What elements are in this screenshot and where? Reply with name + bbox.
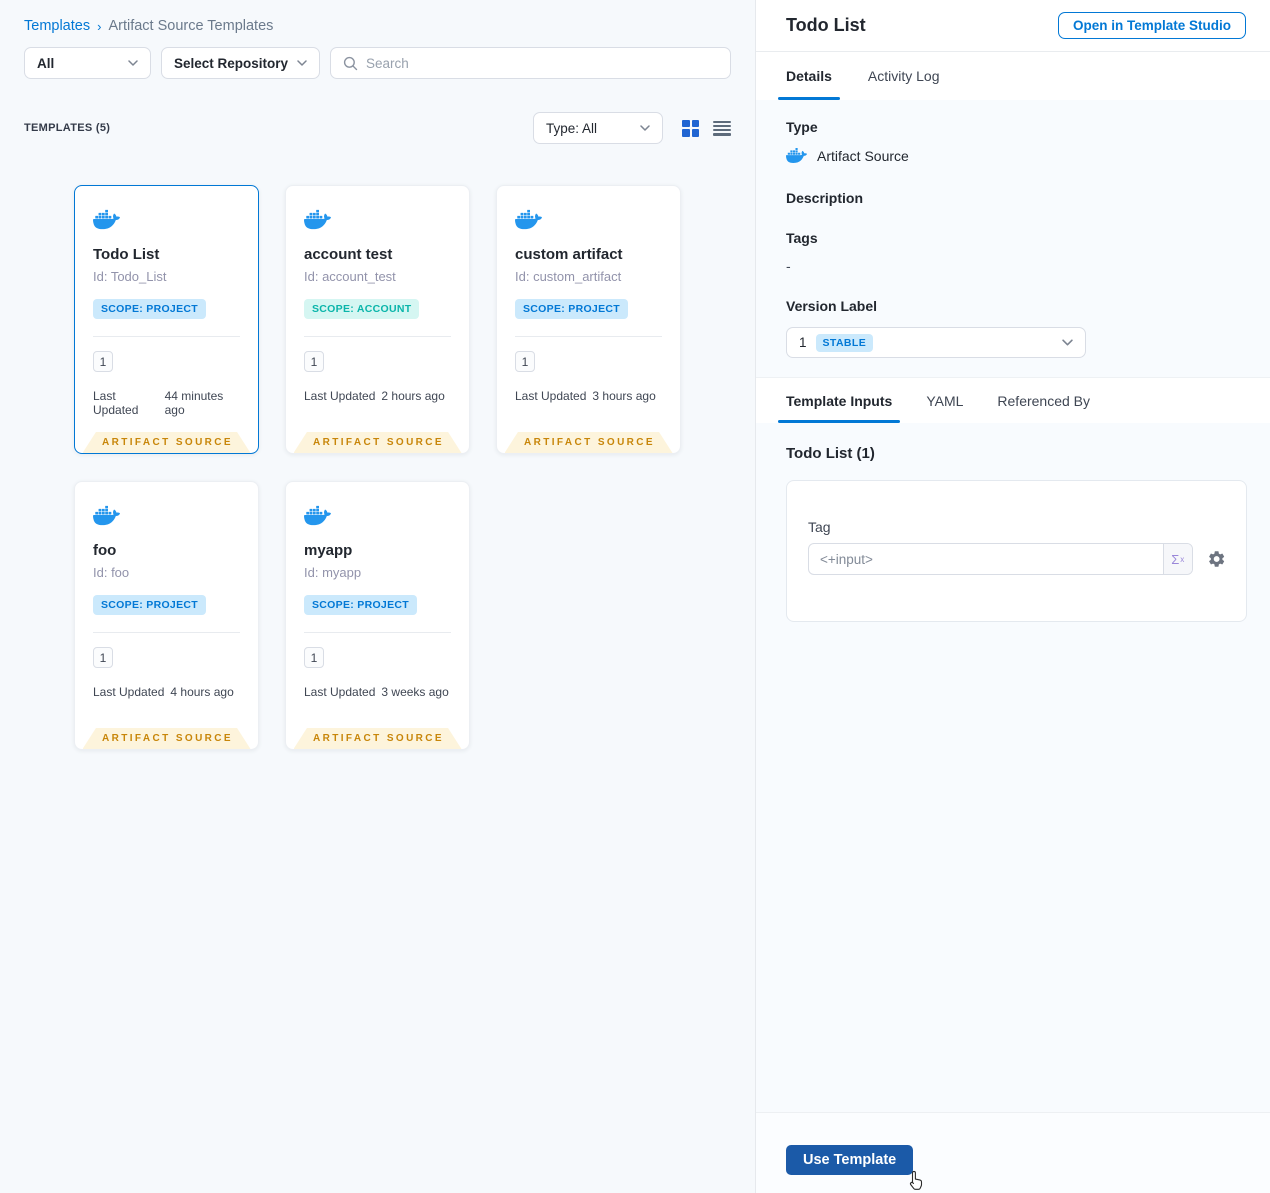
repository-filter-value: Select Repository bbox=[174, 55, 289, 71]
last-updated: Last Updated 2 hours ago bbox=[304, 389, 445, 403]
scope-filter-value: All bbox=[37, 55, 55, 71]
template-inputs-section: Todo List (1) Tag Σx bbox=[756, 423, 1270, 1112]
artifact-source-ribbon: ARTIFACT SOURCE bbox=[82, 432, 251, 453]
version-count-chip: 1 bbox=[515, 351, 535, 372]
version-count-chip: 1 bbox=[93, 647, 113, 668]
template-cards-grid: Todo List Id: Todo_List SCOPE: PROJECT 1… bbox=[0, 185, 755, 750]
version-label: Version Label bbox=[786, 298, 878, 314]
grid-view-icon[interactable] bbox=[682, 119, 699, 137]
search-icon bbox=[343, 56, 358, 70]
scope-badge: SCOPE: PROJECT bbox=[93, 595, 206, 615]
list-view-icon[interactable] bbox=[713, 120, 731, 136]
version-count-chip: 1 bbox=[93, 351, 113, 372]
template-card-title: myapp bbox=[304, 542, 353, 559]
template-content-tabs: Template Inputs YAML Referenced By bbox=[756, 377, 1270, 423]
repository-filter-dropdown[interactable]: Select Repository bbox=[161, 47, 320, 79]
template-card-id: Id: foo bbox=[93, 565, 130, 580]
tab-yaml[interactable]: YAML bbox=[926, 378, 963, 423]
last-updated: Last Updated 4 hours ago bbox=[93, 685, 234, 699]
template-card-account-test[interactable]: account test Id: account_test SCOPE: ACC… bbox=[285, 185, 470, 454]
chevron-down-icon bbox=[297, 60, 307, 66]
docker-whale-icon bbox=[93, 206, 120, 233]
template-card-title: foo bbox=[93, 542, 117, 559]
type-label: Type bbox=[786, 119, 818, 135]
artifact-source-ribbon: ARTIFACT SOURCE bbox=[504, 432, 673, 453]
panel-title: Todo List bbox=[786, 15, 866, 35]
details-section: Type Artifact Source Description Tags - … bbox=[756, 100, 1270, 377]
template-inputs-card: Tag Σx bbox=[786, 480, 1247, 622]
breadcrumb-current: Artifact Source Templates bbox=[108, 18, 274, 34]
template-card-title: Todo List bbox=[93, 246, 160, 263]
template-card-myapp[interactable]: myapp Id: myapp SCOPE: PROJECT 1 Last Up… bbox=[285, 481, 470, 750]
chevron-down-icon bbox=[640, 125, 650, 131]
hand-pointer-cursor bbox=[910, 1170, 923, 1190]
tags-value: - bbox=[786, 258, 791, 274]
last-updated: Last Updated 44 minutes ago bbox=[93, 389, 224, 417]
stable-badge: STABLE bbox=[815, 333, 874, 352]
templates-count-label: TEMPLATES (5) bbox=[24, 122, 111, 134]
artifact-source-ribbon: ARTIFACT SOURCE bbox=[293, 432, 462, 453]
breadcrumb-separator-icon: › bbox=[97, 18, 102, 34]
description-label: Description bbox=[786, 190, 864, 206]
template-card-id: Id: custom_artifact bbox=[515, 269, 622, 284]
scope-badge: SCOPE: PROJECT bbox=[304, 595, 417, 615]
breadcrumb: Templates › Artifact Source Templates bbox=[0, 0, 755, 34]
type-filter-value: Type: All bbox=[546, 120, 598, 136]
search-input[interactable] bbox=[366, 55, 718, 71]
version-count-chip: 1 bbox=[304, 351, 324, 372]
tag-input[interactable] bbox=[809, 544, 1163, 574]
version-select-dropdown[interactable]: 1 STABLE bbox=[786, 327, 1086, 358]
artifact-source-ribbon: ARTIFACT SOURCE bbox=[82, 728, 251, 749]
template-card-id: Id: account_test bbox=[304, 269, 396, 284]
use-template-button[interactable]: Use Template bbox=[786, 1145, 914, 1175]
template-card-id: Id: Todo_List bbox=[93, 269, 167, 284]
tag-input-wrap: Σx bbox=[808, 543, 1193, 575]
template-card-title: account test bbox=[304, 246, 393, 263]
docker-whale-icon bbox=[304, 502, 331, 529]
tab-details[interactable]: Details bbox=[778, 52, 840, 100]
details-panel-header: Todo List Open in Template Studio bbox=[756, 0, 1270, 52]
scope-badge: SCOPE: PROJECT bbox=[93, 299, 206, 319]
docker-whale-icon bbox=[515, 206, 542, 233]
version-count-chip: 1 bbox=[304, 647, 324, 668]
docker-whale-icon bbox=[786, 145, 807, 166]
templates-list-panel: Templates › Artifact Source Templates Al… bbox=[0, 0, 755, 1193]
last-updated: Last Updated 3 hours ago bbox=[515, 389, 656, 403]
chevron-down-icon bbox=[1062, 339, 1073, 346]
open-in-template-studio-button[interactable]: Open in Template Studio bbox=[1057, 12, 1246, 39]
last-updated: Last Updated 3 weeks ago bbox=[304, 685, 449, 699]
search-box bbox=[330, 47, 731, 79]
inputs-section-title: Todo List (1) bbox=[786, 445, 875, 462]
tag-field-label: Tag bbox=[808, 519, 831, 535]
details-tabs: Details Activity Log bbox=[756, 52, 1270, 100]
template-card-todo-list[interactable]: Todo List Id: Todo_List SCOPE: PROJECT 1… bbox=[74, 185, 259, 454]
tags-label: Tags bbox=[786, 230, 818, 246]
template-card-title: custom artifact bbox=[515, 246, 623, 263]
scope-badge: SCOPE: ACCOUNT bbox=[304, 299, 420, 319]
chevron-down-icon bbox=[128, 60, 138, 66]
tab-template-inputs[interactable]: Template Inputs bbox=[777, 378, 901, 423]
artifact-source-ribbon: ARTIFACT SOURCE bbox=[293, 728, 462, 749]
tab-referenced-by[interactable]: Referenced By bbox=[997, 378, 1090, 423]
breadcrumb-templates-link[interactable]: Templates bbox=[24, 18, 90, 34]
version-value: 1 bbox=[799, 335, 807, 350]
docker-whale-icon bbox=[93, 502, 120, 529]
docker-whale-icon bbox=[304, 206, 331, 233]
scope-badge: SCOPE: PROJECT bbox=[515, 299, 628, 319]
panel-footer: Use Template bbox=[756, 1112, 1270, 1193]
type-filter-dropdown[interactable]: Type: All bbox=[533, 112, 663, 144]
type-value: Artifact Source bbox=[817, 147, 909, 164]
expression-sigma-icon[interactable]: Σx bbox=[1162, 544, 1192, 574]
scope-filter-dropdown[interactable]: All bbox=[24, 47, 151, 79]
template-card-foo[interactable]: foo Id: foo SCOPE: PROJECT 1 Last Update… bbox=[74, 481, 259, 750]
template-details-panel: Todo List Open in Template Studio Detail… bbox=[755, 0, 1270, 1193]
template-card-id: Id: myapp bbox=[304, 565, 362, 580]
templates-list-header: TEMPLATES (5) Type: All bbox=[24, 112, 731, 144]
tab-activity-log[interactable]: Activity Log bbox=[868, 52, 940, 100]
gear-icon[interactable] bbox=[1207, 549, 1226, 569]
template-card-custom-artifact[interactable]: custom artifact Id: custom_artifact SCOP… bbox=[496, 185, 681, 454]
filter-row: All Select Repository bbox=[24, 47, 731, 79]
